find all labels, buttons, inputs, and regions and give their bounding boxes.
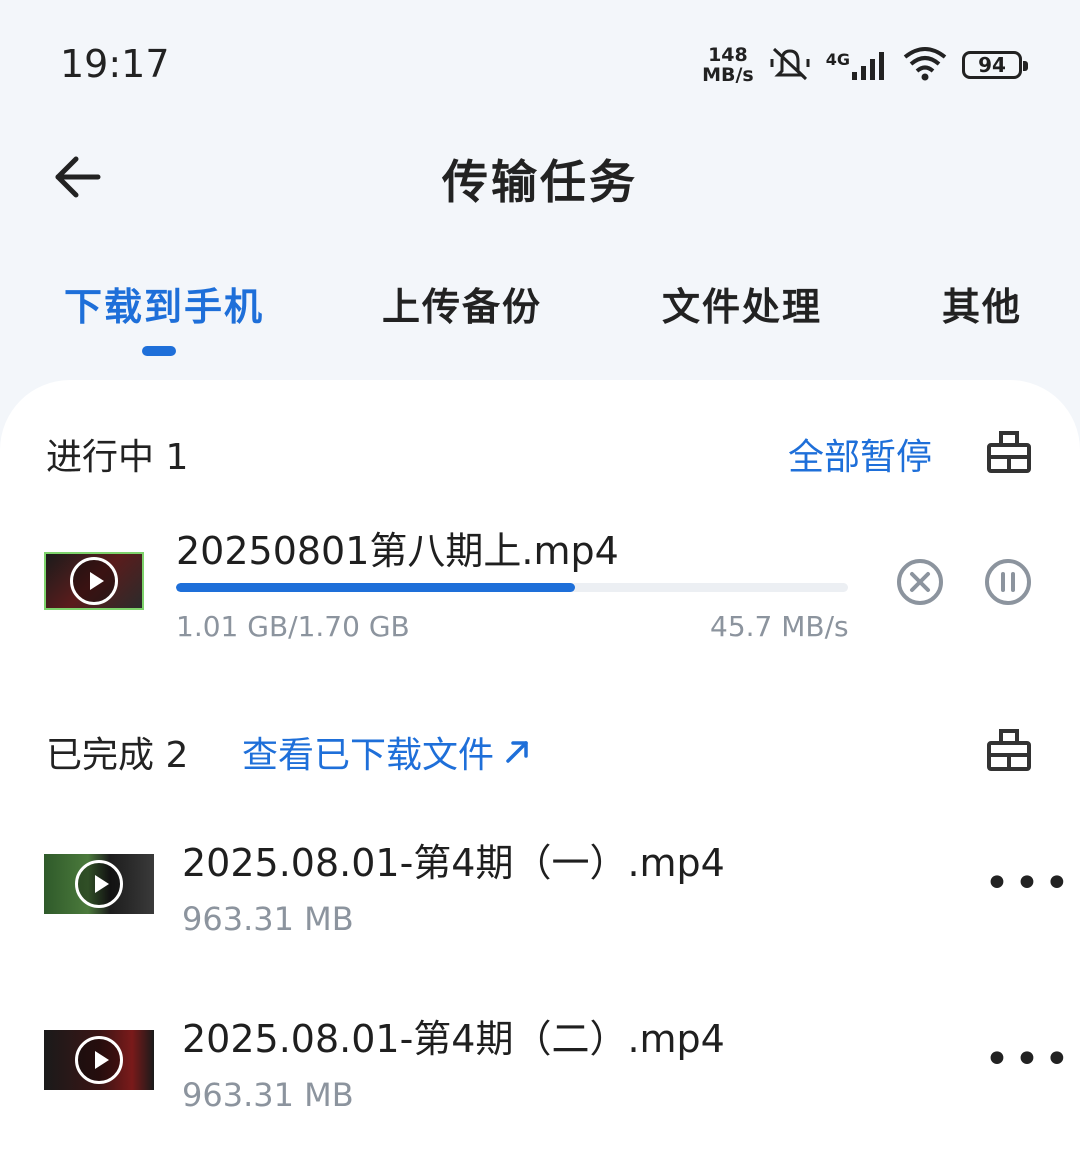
completed-file-size: 963.31 MB xyxy=(182,900,354,938)
tab-other[interactable]: 其他 xyxy=(942,276,1022,331)
tab-upload-backup[interactable]: 上传备份 xyxy=(382,276,542,331)
downloading-file-name: 20250801第八期上.mp4 xyxy=(176,529,619,573)
download-speed: 45.7 MB/s xyxy=(710,610,849,643)
more-icon[interactable]: ••• xyxy=(984,1038,1074,1082)
video-thumbnail[interactable] xyxy=(44,854,154,914)
video-thumbnail[interactable] xyxy=(44,552,144,610)
clear-in-progress-button[interactable] xyxy=(982,426,1036,478)
pause-icon xyxy=(985,559,1031,605)
external-link-icon xyxy=(506,741,528,763)
mute-icon xyxy=(768,43,812,87)
pause-all-button[interactable]: 全部暂停 xyxy=(788,428,932,480)
clear-icon xyxy=(987,729,1031,771)
battery-icon: 94 xyxy=(962,51,1028,79)
status-bar: 19:17 148 MB/s 4G 94 xyxy=(0,0,1080,130)
status-time: 19:17 xyxy=(60,42,170,86)
play-icon xyxy=(75,860,123,908)
network-speed-value: 148 xyxy=(708,44,748,66)
cancel-icon xyxy=(897,559,943,605)
network-speed-unit: MB/s xyxy=(702,64,754,86)
cancel-download-button[interactable] xyxy=(896,558,944,606)
clear-completed-button[interactable] xyxy=(982,724,1036,776)
play-icon xyxy=(70,557,118,605)
completed-file-name: 2025.08.01-第4期（二）.mp4 xyxy=(182,1017,725,1061)
download-size-progress: 1.01 GB/1.70 GB xyxy=(176,610,410,643)
completed-title: 已完成 2 xyxy=(46,735,189,776)
cellular-signal-icon: 4G xyxy=(826,50,888,80)
play-icon xyxy=(75,1036,123,1084)
battery-level: 94 xyxy=(978,53,1006,77)
network-type: 4G xyxy=(825,50,850,69)
completed-file-name: 2025.08.01-第4期（一）.mp4 xyxy=(182,841,725,885)
network-speed: 148 MB/s xyxy=(702,45,754,85)
tab-file-processing[interactable]: 文件处理 xyxy=(662,276,822,331)
clear-icon xyxy=(987,431,1031,473)
download-progress-bar xyxy=(176,583,848,592)
active-tab-indicator xyxy=(142,346,176,356)
view-downloaded-files-label: 查看已下载文件 xyxy=(242,735,495,776)
in-progress-title: 进行中 1 xyxy=(46,437,189,478)
status-icons: 148 MB/s 4G 94 xyxy=(702,40,1028,90)
video-thumbnail[interactable] xyxy=(44,1030,154,1090)
tab-bar: 下载到手机 上传备份 文件处理 其他 xyxy=(0,270,1080,360)
view-downloaded-files-link[interactable]: 查看已下载文件 xyxy=(242,726,530,778)
pause-download-button[interactable] xyxy=(984,558,1032,606)
download-progress-fill xyxy=(176,583,576,592)
app-header: 传输任务 xyxy=(0,130,1080,225)
completed-file-size: 963.31 MB xyxy=(182,1076,354,1114)
page-title: 传输任务 xyxy=(442,155,638,209)
more-icon[interactable]: ••• xyxy=(984,862,1074,906)
tab-download-to-phone[interactable]: 下载到手机 xyxy=(64,276,264,331)
wifi-icon xyxy=(902,45,948,85)
